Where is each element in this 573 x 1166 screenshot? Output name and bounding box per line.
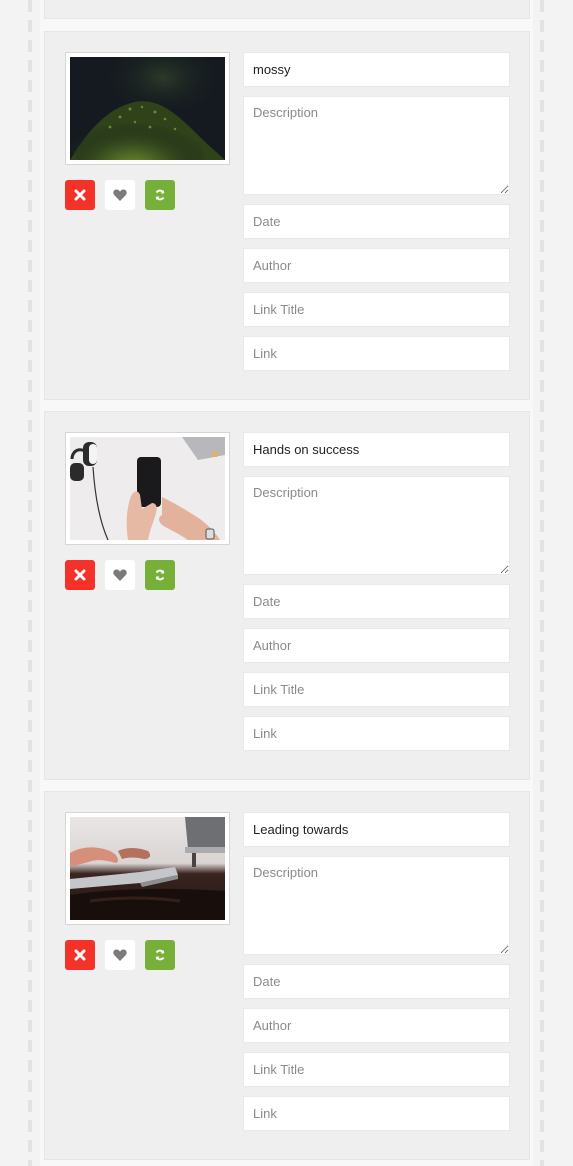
favorite-slide-button[interactable] [105, 560, 135, 590]
slide-card [44, 411, 530, 780]
slide-date-input[interactable] [243, 964, 510, 999]
delete-slide-button[interactable] [65, 940, 95, 970]
delete-slide-button[interactable] [65, 560, 95, 590]
close-icon [74, 189, 86, 201]
slide-author-input[interactable] [243, 628, 510, 663]
slide-description-textarea[interactable] [243, 96, 510, 195]
left-dashed-border [28, 0, 32, 1166]
slide-title-input[interactable] [243, 52, 510, 87]
slide-link-input[interactable] [243, 336, 510, 371]
heart-icon [113, 189, 127, 201]
replace-image-button[interactable] [145, 560, 175, 590]
slide-description-textarea[interactable] [243, 476, 510, 575]
refresh-icon [155, 569, 165, 581]
heart-icon [113, 569, 127, 581]
refresh-icon [155, 949, 165, 961]
slide-link-title-input[interactable] [243, 672, 510, 707]
replace-image-button[interactable] [145, 940, 175, 970]
slide-image [70, 817, 225, 920]
slide-image-frame[interactable] [65, 812, 230, 925]
slide-image [70, 57, 225, 160]
favorite-slide-button[interactable] [105, 180, 135, 210]
slide-image-frame[interactable] [65, 432, 230, 545]
slide-author-input[interactable] [243, 248, 510, 283]
slide-card [44, 791, 530, 1160]
slide-date-input[interactable] [243, 584, 510, 619]
slide-link-input[interactable] [243, 1096, 510, 1131]
slide-image [70, 437, 225, 540]
refresh-icon [155, 189, 165, 201]
replace-image-button[interactable] [145, 180, 175, 210]
slide-card [44, 31, 530, 400]
slide-image-frame[interactable] [65, 52, 230, 165]
slide-title-input[interactable] [243, 812, 510, 847]
close-icon [74, 569, 86, 581]
slide-date-input[interactable] [243, 204, 510, 239]
slide-title-input[interactable] [243, 432, 510, 467]
slide-link-input[interactable] [243, 716, 510, 751]
close-icon [74, 949, 86, 961]
favorite-slide-button[interactable] [105, 940, 135, 970]
heart-icon [113, 949, 127, 961]
slide-link-title-input[interactable] [243, 292, 510, 327]
slide-card-previous [44, 0, 530, 19]
delete-slide-button[interactable] [65, 180, 95, 210]
right-dashed-border [540, 0, 544, 1166]
slide-link-title-input[interactable] [243, 1052, 510, 1087]
slide-author-input[interactable] [243, 1008, 510, 1043]
slide-description-textarea[interactable] [243, 856, 510, 955]
